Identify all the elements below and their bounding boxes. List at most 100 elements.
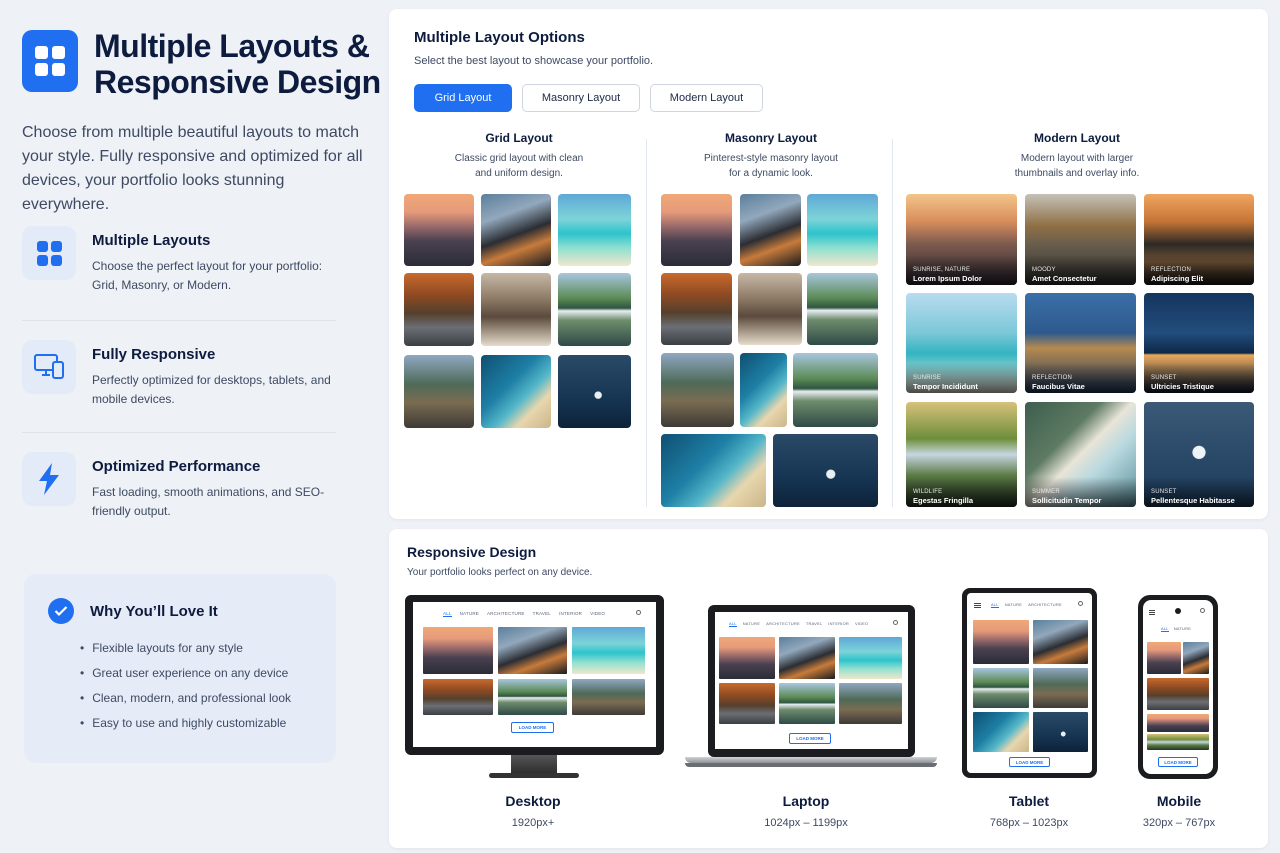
gallery-thumb[interactable] bbox=[481, 273, 551, 346]
search-icon[interactable] bbox=[1200, 608, 1205, 613]
device-range: 1024px – 1199px bbox=[764, 817, 848, 829]
search-icon[interactable] bbox=[1078, 601, 1083, 606]
card-tag: SUMMER bbox=[1032, 489, 1060, 495]
tab-masonry-layout[interactable]: Masonry Layout bbox=[522, 84, 640, 112]
nav-video[interactable]: VIDEO bbox=[855, 621, 868, 627]
nav-travel[interactable]: TRAVEL bbox=[806, 621, 822, 627]
card-title: Egestas Fringilla bbox=[913, 496, 974, 505]
modern-card[interactable]: MOODY Amet Consectetur bbox=[1025, 194, 1136, 285]
load-more-button[interactable]: LOAD MORE bbox=[1009, 757, 1050, 767]
modern-card[interactable]: SUNRISE Tempor Incididunt bbox=[906, 293, 1017, 393]
device-mobile: Mobile 320px – 767px bbox=[1109, 793, 1249, 829]
feature-multiple-layouts: Multiple Layouts Choose the perfect layou… bbox=[22, 226, 342, 295]
gallery-thumb[interactable] bbox=[661, 273, 732, 345]
laptop-screen: ALL NATURE ARCHITECTURE TRAVEL INTERIOR … bbox=[715, 612, 908, 749]
gallery-thumb[interactable] bbox=[773, 434, 878, 507]
nav-interior[interactable]: INTERIOR bbox=[559, 611, 582, 617]
gallery-thumb[interactable] bbox=[738, 273, 802, 345]
device-range: 320px – 767px bbox=[1142, 817, 1216, 829]
masonry-column-desc: Pinterest-style masonry layout for a dyn… bbox=[704, 153, 838, 179]
load-more-button[interactable]: LOAD MORE bbox=[789, 733, 831, 744]
gallery-thumb[interactable] bbox=[661, 194, 732, 266]
nav-video[interactable]: VIDEO bbox=[590, 611, 605, 617]
load-more-button[interactable]: LOAD MORE bbox=[511, 722, 554, 733]
why-title: Why You’ll Love It bbox=[90, 602, 218, 620]
grid-icon bbox=[22, 30, 78, 92]
divider bbox=[22, 320, 336, 321]
gallery-thumb[interactable] bbox=[558, 194, 631, 266]
card-tag: SUNRISE, NATURE bbox=[913, 267, 971, 273]
gallery-thumb[interactable] bbox=[558, 273, 631, 346]
list-item: Flexible layouts for any style bbox=[90, 636, 312, 661]
tablet-screen: ALL NATURE ARCHITECTURE LOAD MORE bbox=[967, 593, 1092, 773]
feature-desc: Perfectly optimized for desktops, tablet… bbox=[92, 373, 331, 406]
modern-column-title: Modern Layout bbox=[1034, 131, 1120, 145]
responsive-card: Responsive Design Your portfolio looks p… bbox=[389, 529, 1268, 848]
divider bbox=[22, 432, 336, 433]
grid-icon bbox=[22, 226, 76, 280]
modern-card[interactable]: SUMMER Sollicitudin Tempor bbox=[1025, 402, 1136, 507]
page-title: Multiple Layouts & Responsive Design bbox=[94, 28, 381, 100]
divider bbox=[892, 139, 893, 507]
nav-nature[interactable]: NATURE bbox=[1174, 626, 1191, 632]
gallery-thumb[interactable] bbox=[661, 353, 734, 427]
nav-architecture[interactable]: ARCHITECTURE bbox=[766, 621, 800, 627]
gallery-thumb[interactable] bbox=[404, 194, 474, 266]
nav-nature[interactable]: NATURE bbox=[460, 611, 479, 617]
nav-architecture[interactable]: ARCHITECTURE bbox=[1028, 602, 1062, 608]
modern-card[interactable]: REFLECTION Adipiscing Elit bbox=[1144, 194, 1254, 285]
section-subtitle: Your portfolio looks perfect on any devi… bbox=[407, 567, 593, 578]
grid-column-desc: Classic grid layout with clean and unifo… bbox=[454, 153, 584, 179]
feature-desc: Choose the perfect layout for your portf… bbox=[92, 259, 323, 292]
nav-interior[interactable]: INTERIOR bbox=[828, 621, 849, 627]
menu-icon[interactable] bbox=[974, 603, 981, 604]
device-range: 1920px+ bbox=[511, 817, 555, 829]
search-icon[interactable] bbox=[636, 610, 641, 615]
card-tag: REFLECTION bbox=[1032, 375, 1073, 381]
gallery-thumb[interactable] bbox=[481, 194, 551, 266]
gallery-thumb[interactable] bbox=[807, 194, 878, 266]
card-title: Ultricies Tristique bbox=[1151, 382, 1214, 391]
feature-title: Fully Responsive bbox=[92, 346, 216, 363]
gallery-thumb[interactable] bbox=[740, 353, 787, 427]
tab-grid-layout[interactable]: Grid Layout bbox=[414, 84, 512, 112]
nav-nature[interactable]: NATURE bbox=[743, 621, 760, 627]
section-title: Responsive Design bbox=[407, 544, 537, 560]
modern-column-desc: Modern layout with larger thumbnails and… bbox=[1014, 153, 1140, 179]
gallery-thumb[interactable] bbox=[740, 194, 801, 266]
divider bbox=[646, 139, 647, 507]
card-tag: WILDLIFE bbox=[913, 489, 943, 495]
gallery-thumb[interactable] bbox=[807, 273, 878, 345]
nav-architecture[interactable]: ARCHITECTURE bbox=[487, 611, 525, 617]
modern-card[interactable]: SUNSET Pellentesque Habitasse bbox=[1144, 402, 1254, 507]
gallery-thumb[interactable] bbox=[793, 353, 878, 427]
feature-fully-responsive: Fully Responsive Perfectly optimized for … bbox=[22, 340, 342, 409]
tab-modern-layout[interactable]: Modern Layout bbox=[650, 84, 763, 112]
nav-all[interactable]: ALL bbox=[991, 602, 999, 608]
gallery-thumb[interactable] bbox=[481, 355, 551, 428]
feature-title: Optimized Performance bbox=[92, 458, 261, 475]
nav-nature[interactable]: NATURE bbox=[1005, 602, 1022, 608]
device-name: Laptop bbox=[782, 793, 830, 809]
modern-card[interactable]: SUNRISE, NATURE Lorem Ipsum Dolor bbox=[906, 194, 1017, 285]
nav-all[interactable]: ALL bbox=[443, 611, 452, 617]
modern-card[interactable]: WILDLIFE Egestas Fringilla bbox=[906, 402, 1017, 507]
gallery-thumb[interactable] bbox=[558, 355, 631, 428]
intro-text: Choose from multiple beautiful layouts t… bbox=[22, 124, 363, 213]
modern-card[interactable]: REFLECTION Faucibus Vitae bbox=[1025, 293, 1136, 393]
gallery-thumb[interactable] bbox=[661, 434, 766, 507]
nav-travel[interactable]: TRAVEL bbox=[533, 611, 551, 617]
device-name: Mobile bbox=[1156, 793, 1202, 809]
gallery-thumb[interactable] bbox=[404, 273, 474, 346]
desktop-screen: ALL NATURE ARCHITECTURE TRAVEL INTERIOR … bbox=[413, 602, 656, 747]
modern-card[interactable]: SUNSET Ultricies Tristique bbox=[1144, 293, 1254, 393]
menu-icon[interactable] bbox=[1149, 610, 1155, 611]
nav-all[interactable]: ALL bbox=[729, 621, 737, 627]
gallery-thumb[interactable] bbox=[404, 355, 474, 428]
load-more-button[interactable]: LOAD MORE bbox=[1158, 757, 1198, 767]
devices-icon bbox=[22, 340, 76, 394]
nav-all[interactable]: ALL bbox=[1161, 626, 1169, 632]
search-icon[interactable] bbox=[893, 620, 898, 625]
why-list: Flexible layouts for any style Great use… bbox=[90, 636, 312, 736]
feature-desc: Fast loading, smooth animations, and SEO… bbox=[92, 485, 325, 518]
